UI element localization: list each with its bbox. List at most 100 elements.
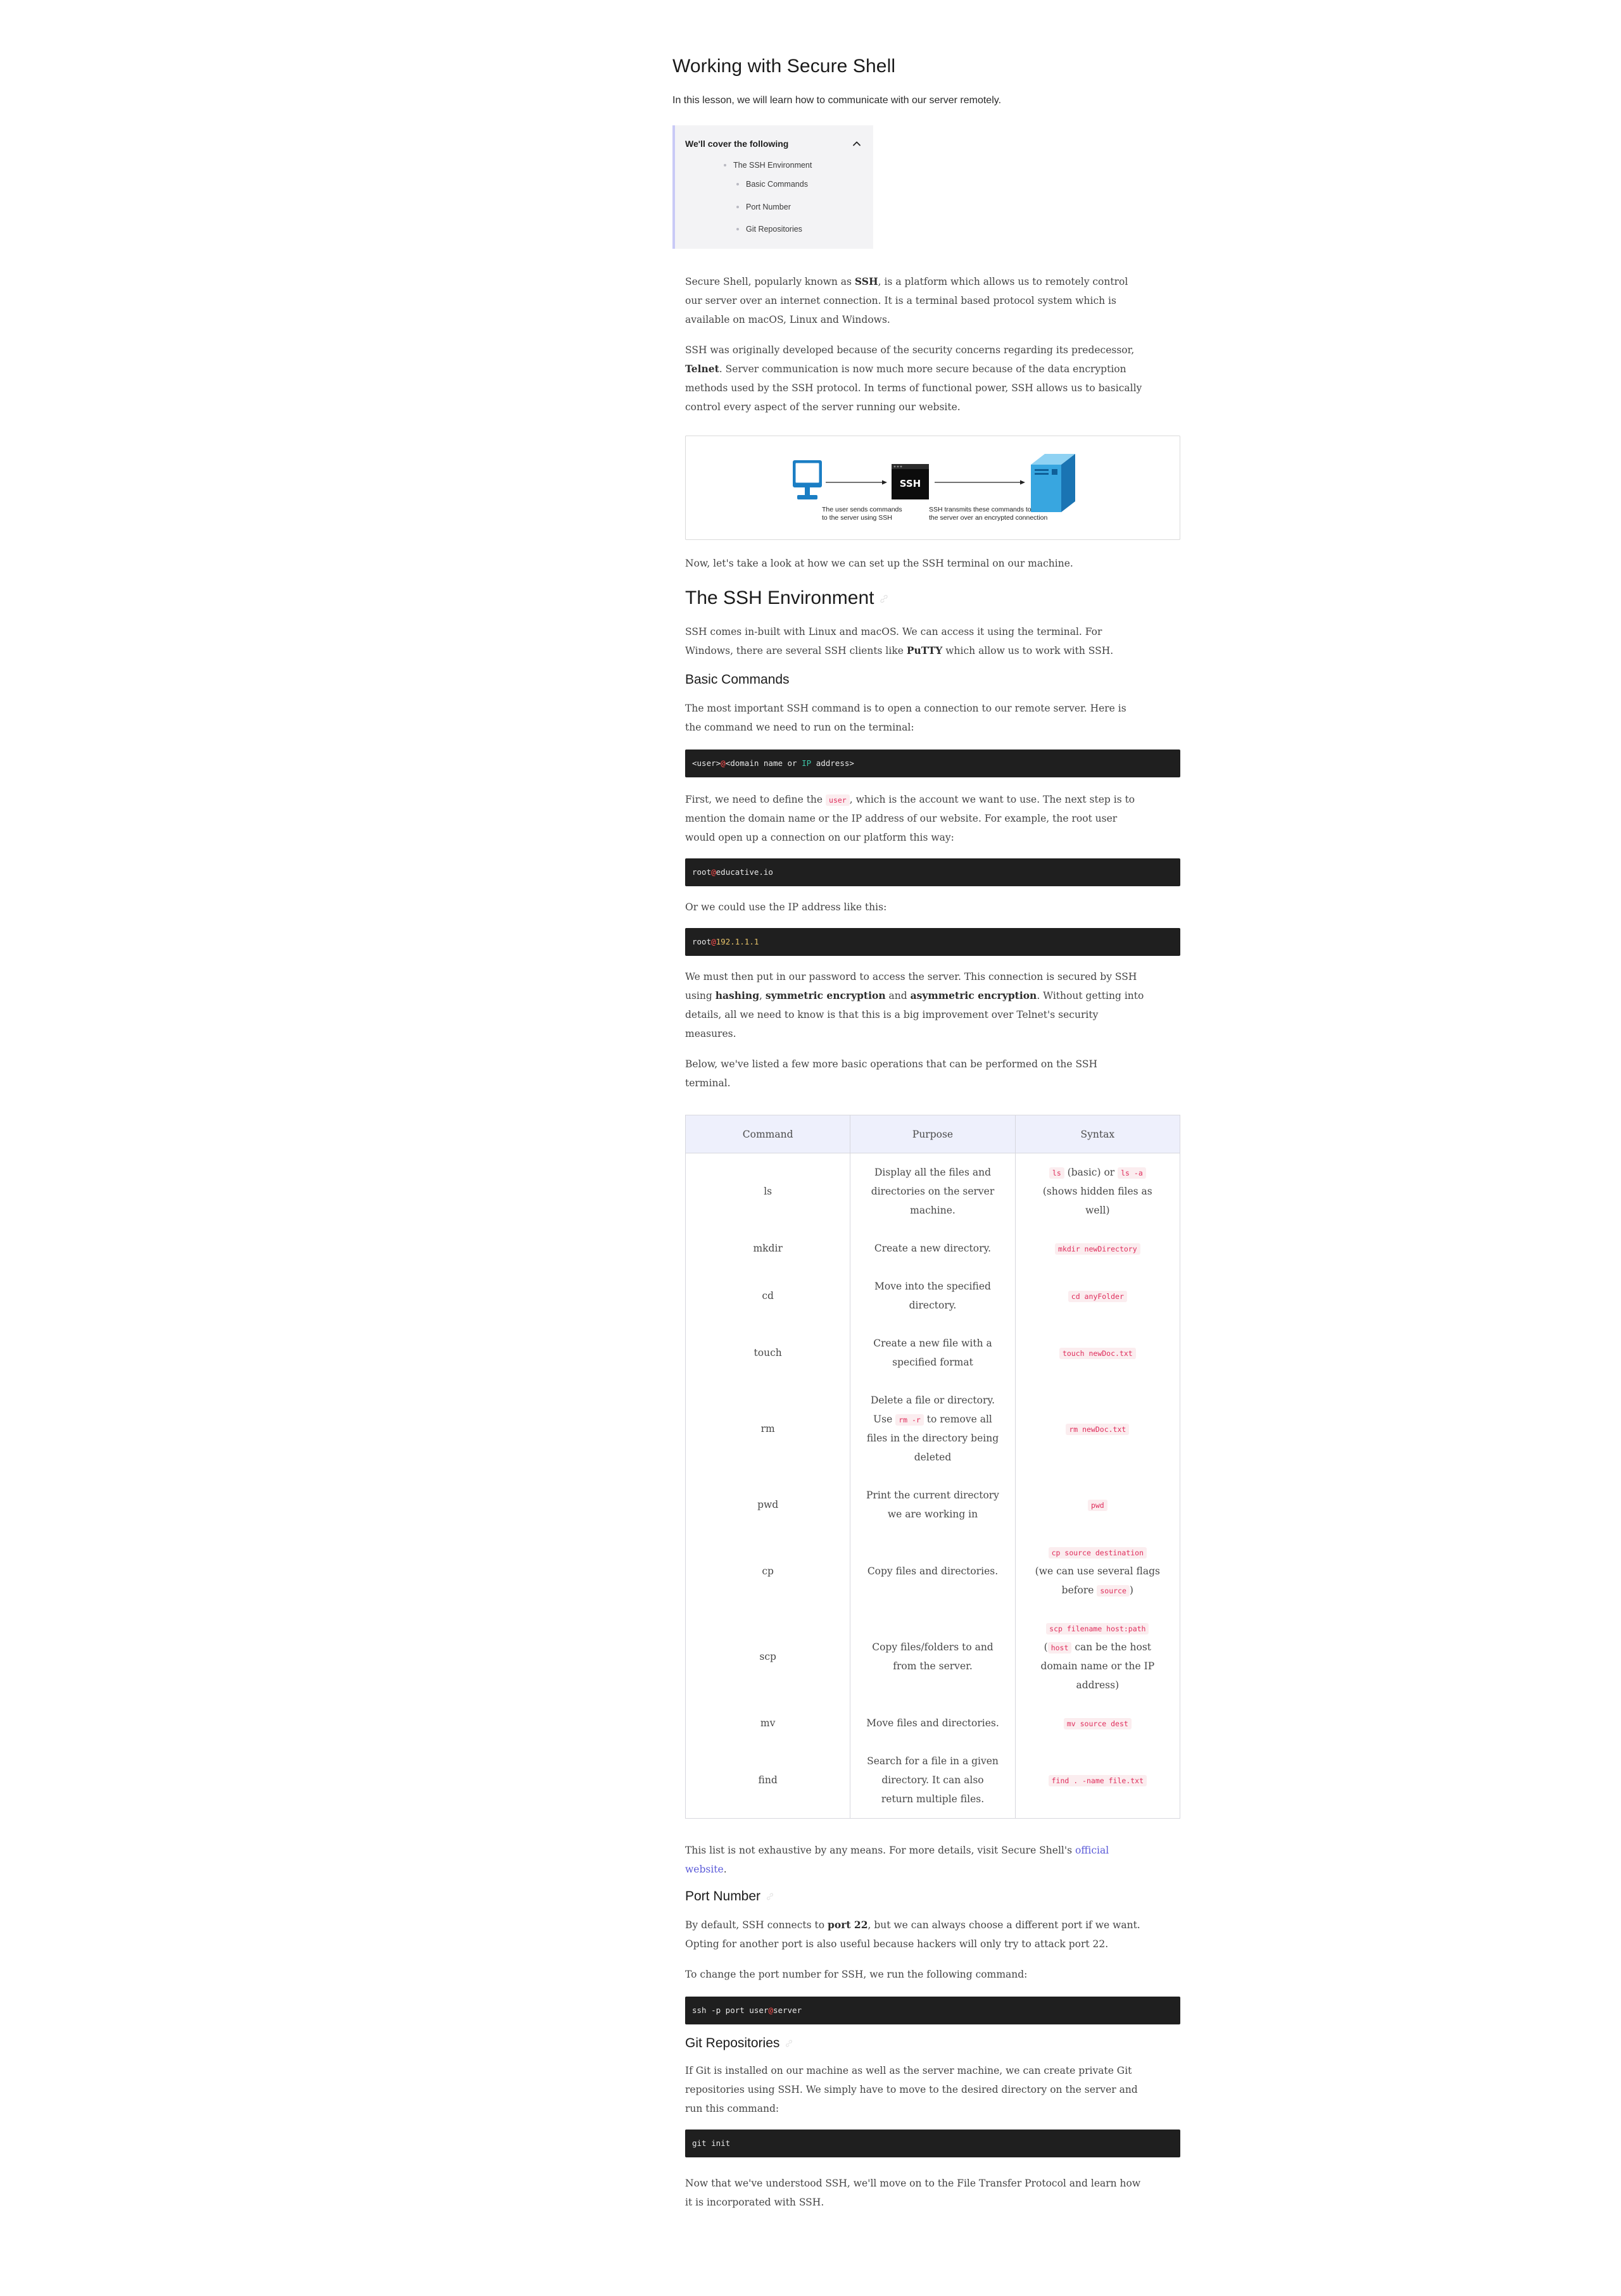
- code-block-custom-port[interactable]: ssh -p port user@server: [685, 1997, 1180, 2024]
- link[interactable]: website: [685, 1864, 724, 1875]
- text-line: pwd: [1021, 1495, 1175, 1514]
- text-line: rm newDoc.txt: [1021, 1419, 1175, 1438]
- text-line: root@192.1.1.1: [692, 928, 1173, 956]
- column-header-command: Command: [684, 1115, 851, 1153]
- text-span: Use: [873, 1414, 896, 1425]
- text-span: can be the host: [1071, 1641, 1151, 1653]
- text-span: machine.: [910, 1205, 956, 1216]
- text-span: address>: [811, 758, 854, 768]
- text-span: . Server communication is now much more …: [719, 363, 1126, 375]
- ssh-box-label: SSH: [900, 478, 921, 489]
- paragraph-basic-commands: The most important SSH command is to ope…: [685, 699, 1180, 737]
- purpose-cell: Copy files/folders to and from the server…: [850, 1609, 1016, 1704]
- purpose-cell: Print the current directory we are workin…: [850, 1476, 1016, 1533]
- link-icon[interactable]: [785, 2039, 793, 2048]
- code-block-ip-example[interactable]: root@192.1.1.1: [685, 928, 1180, 956]
- text-line: Create a new file with a: [855, 1334, 1009, 1353]
- text-span: repositories using SSH. We simply have t…: [685, 2084, 1138, 2095]
- text-span: (shows hidden files as: [1042, 1186, 1152, 1197]
- text-line: Move files and directories.: [855, 1714, 1009, 1733]
- text-line: methods used by the SSH protocol. In ter…: [685, 379, 1180, 398]
- heading-git-repositories: Git Repositories: [685, 2033, 1180, 2054]
- code-block-domain-example[interactable]: root@educative.io: [685, 858, 1180, 886]
- paragraph-ip-option: Or we could use the IP address like this…: [685, 898, 1180, 917]
- syntax-cell: ls (basic) or ls -a (shows hidden files a…: [1014, 1153, 1181, 1229]
- text-span: our server over an internet connection. …: [685, 295, 1116, 306]
- text-span: This list is not exhaustive by any means…: [685, 1845, 1076, 1856]
- purpose-cell: Move files and directories.: [850, 1704, 1016, 1742]
- table-row: mv Move files and directories. mv source d…: [684, 1704, 1181, 1742]
- toc-item-label[interactable]: Port Number: [746, 201, 791, 213]
- text-span: measures.: [685, 1028, 736, 1039]
- syntax-cell: rm newDoc.txt: [1014, 1381, 1181, 1476]
- text-span: By default, SSH connects to: [685, 1919, 828, 1931]
- text-span: Windows, there are several SSH clients l…: [685, 645, 907, 656]
- text-line: ls (basic) or ls -a: [1021, 1163, 1175, 1182]
- inline-code: cd anyFolder: [1068, 1291, 1127, 1302]
- syntax-cell: mv source dest: [1014, 1704, 1181, 1742]
- lesson-body: Secure Shell, popularly known as SSH, is…: [684, 272, 1181, 2212]
- heading-text: Git Repositories: [685, 2036, 780, 2050]
- text-span: educative.io: [716, 867, 773, 877]
- chevron-up-icon[interactable]: [852, 139, 861, 148]
- text-line: our server over an internet connection. …: [685, 291, 1180, 310]
- text-line: Create a new directory.: [855, 1239, 1009, 1258]
- table-row: find Search for a file in a given director…: [684, 1742, 1181, 1819]
- code-block-ssh-syntax[interactable]: <user>@<domain name or IP address>: [685, 750, 1180, 777]
- toc-item-label[interactable]: The SSH Environment: [733, 160, 812, 171]
- text-line: (host can be the host: [1021, 1638, 1175, 1657]
- text-line: deleted: [855, 1448, 1009, 1467]
- table-row: cd Move into the specified directory. cd an…: [684, 1267, 1181, 1324]
- command-cell: rm: [684, 1381, 851, 1476]
- text-line: We must then put in our password to acce…: [685, 967, 1180, 986]
- text-line: Telnet. Server communication is now much…: [685, 360, 1180, 379]
- bold-text: Telnet: [685, 363, 719, 375]
- link-icon[interactable]: [879, 594, 889, 604]
- command-name: rm: [760, 1423, 775, 1434]
- command-name: cd: [762, 1290, 774, 1302]
- text-line: well): [1021, 1201, 1175, 1220]
- paragraph-change-port: To change the port number for SSH, we ru…: [685, 1965, 1180, 1984]
- link[interactable]: official: [1075, 1845, 1109, 1856]
- text-line: Copy files and directories.: [855, 1562, 1009, 1581]
- text-line: from the server.: [855, 1657, 1009, 1676]
- text-line: Opting for another port is also useful b…: [685, 1935, 1180, 1954]
- text-span: ): [1129, 1584, 1133, 1596]
- inline-code: ls -a: [1118, 1167, 1146, 1179]
- text-span: We must then put in our password to acce…: [685, 971, 1137, 982]
- text-line: specified format: [855, 1353, 1009, 1372]
- keyword-token: IP: [802, 758, 812, 768]
- purpose-cell: Create a new directory.: [850, 1229, 1016, 1267]
- bold-text: symmetric encryption: [765, 989, 886, 1001]
- caption-right-line-1: SSH transmits these commands to: [929, 506, 1031, 513]
- text-span: Delete a file or directory.: [870, 1395, 995, 1406]
- ssh-diagram: SSH The user sends commands to the serve…: [685, 436, 1180, 540]
- ssh-commands-table: Command Purpose Syntax ls Display all the…: [684, 1115, 1181, 1819]
- syntax-cell: cp source destination (we can use several…: [1014, 1533, 1181, 1609]
- toc-item-label[interactable]: Git Repositories: [746, 223, 802, 235]
- text-span: server: [773, 2005, 802, 2015]
- toc-item-label[interactable]: Basic Commands: [746, 179, 808, 190]
- bold-text: port 22: [828, 1919, 868, 1931]
- command-cell: scp: [684, 1609, 851, 1704]
- caption-right-line-2: the server over an encrypted connection: [929, 514, 1048, 522]
- paragraph-next-lesson: Now that we've understood SSH, we'll mov…: [685, 2174, 1180, 2212]
- code-block-git-init[interactable]: git init: [685, 2130, 1180, 2157]
- text-span: root: [692, 867, 712, 877]
- text-line: By default, SSH connects to port 22, but…: [685, 1916, 1180, 1935]
- bullet-icon: [736, 206, 739, 208]
- text-line: run this command:: [685, 2099, 1180, 2118]
- link-icon[interactable]: [766, 1892, 774, 1901]
- text-line: ssh -p port user@server: [692, 1997, 1173, 2024]
- table-row: mkdir Create a new directory. mkdir newDir…: [684, 1229, 1181, 1267]
- text-line: This list is not exhaustive by any means…: [685, 1841, 1180, 1860]
- text-span: using: [685, 990, 716, 1001]
- heading-basic-commands: Basic Commands: [685, 670, 1180, 690]
- syntax-cell: cd anyFolder: [1014, 1267, 1181, 1324]
- paragraph-password-security: We must then put in our password to acce…: [685, 967, 1180, 1043]
- text-line: <user>@<domain name or IP address>: [692, 750, 1173, 777]
- text-span: Create a new directory.: [874, 1243, 992, 1254]
- ssh-diagram-canvas: SSH The user sends commands to the serve…: [793, 454, 1075, 522]
- text-span: address): [1076, 1679, 1120, 1691]
- text-line: measures.: [685, 1024, 1180, 1043]
